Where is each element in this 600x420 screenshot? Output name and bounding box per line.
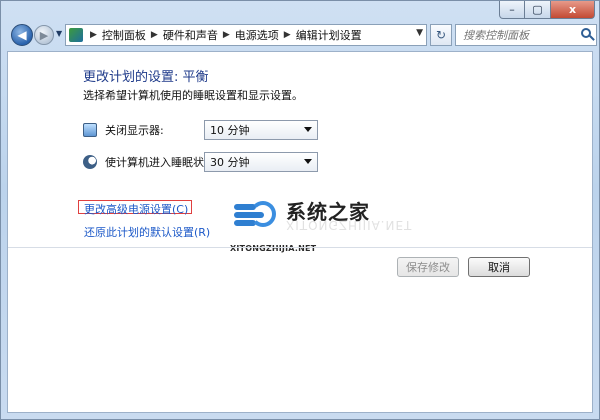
restore-defaults-link[interactable]: 还原此计划的默认设置(R) [84,224,210,240]
display-off-value: 10 分钟 [210,124,250,137]
search-icon[interactable] [581,28,591,38]
search-box[interactable] [455,24,597,46]
chevron-down-icon: ▼ [56,29,63,38]
display-off-select[interactable]: 10 分钟 [204,120,318,140]
title-bar: – ▢ x [1,1,600,21]
back-button[interactable]: ◀ [11,24,33,46]
breadcrumb-hardware-sound[interactable]: 硬件和声音 [163,27,218,43]
breadcrumb-separator[interactable]: ▶ [223,30,230,40]
sleep-label: 使计算机进入睡眠状态: [105,156,219,169]
caption-buttons: – ▢ x [499,1,595,19]
sleep-value: 30 分钟 [210,156,250,169]
breadcrumb-edit-plan[interactable]: 编辑计划设置 [296,27,362,43]
page-description: 选择希望计算机使用的睡眠设置和显示设置。 [83,89,303,102]
control-panel-window: – ▢ x ◀ ▶ ▼ ▶ 控制面板 ▶ 硬件和声音 ▶ 电源选项 ▶ 编辑计划… [0,0,600,420]
main-content: 更改计划的设置: 平衡 选择希望计算机使用的睡眠设置和显示设置。 关闭显示器: … [7,51,593,413]
breadcrumb-power-options[interactable]: 电源选项 [235,27,279,43]
recent-pages-button[interactable]: ▼ [56,29,64,41]
save-changes-button[interactable]: 保存修改 [397,257,459,277]
moon-icon [83,155,97,169]
forward-arrow-icon: ▶ [39,28,49,42]
watermark-url: XITONGZHIJIA.NET [230,244,317,253]
close-button[interactable]: x [551,1,595,19]
watermark-logo-icon [230,196,278,234]
sleep-select[interactable]: 30 分钟 [204,152,318,172]
address-bar: ◀ ▶ ▼ ▶ 控制面板 ▶ 硬件和声音 ▶ 电源选项 ▶ 编辑计划设置 ▼ ↻ [5,23,597,49]
refresh-icon: ↻ [435,28,447,42]
forward-button[interactable]: ▶ [34,25,54,45]
cancel-button[interactable]: 取消 [468,257,530,277]
breadcrumb-control-panel[interactable]: 控制面板 [102,27,146,43]
back-arrow-icon: ◀ [17,28,27,42]
search-input[interactable] [461,28,577,43]
page-title: 更改计划的设置: 平衡 [83,70,209,85]
chevron-down-icon [304,159,312,164]
minimize-icon: – [509,3,515,16]
maximize-button[interactable]: ▢ [525,1,551,19]
refresh-button[interactable]: ↻ [430,24,452,46]
minimize-button[interactable]: – [499,1,525,19]
display-off-label: 关闭显示器: [105,124,164,137]
display-off-row: 关闭显示器: [83,120,164,140]
maximize-icon: ▢ [532,3,543,16]
sleep-row: 使计算机进入睡眠状态: [83,152,219,172]
watermark-reflection: XITONGZHIJIA.NET [286,218,413,232]
chevron-down-icon [304,127,312,132]
breadcrumb-separator[interactable]: ▶ [284,30,291,40]
address-dropdown-icon[interactable]: ▼ [416,28,423,38]
breadcrumb-separator[interactable]: ▶ [90,30,97,40]
monitor-icon [83,123,97,137]
close-icon: x [568,3,577,16]
breadcrumb[interactable]: ▶ 控制面板 ▶ 硬件和声音 ▶ 电源选项 ▶ 编辑计划设置 ▼ [65,24,427,46]
control-panel-icon [69,28,83,42]
advanced-power-settings-link[interactable]: 更改高级电源设置(C) [84,201,188,217]
breadcrumb-separator[interactable]: ▶ [151,30,158,40]
divider [8,247,592,248]
